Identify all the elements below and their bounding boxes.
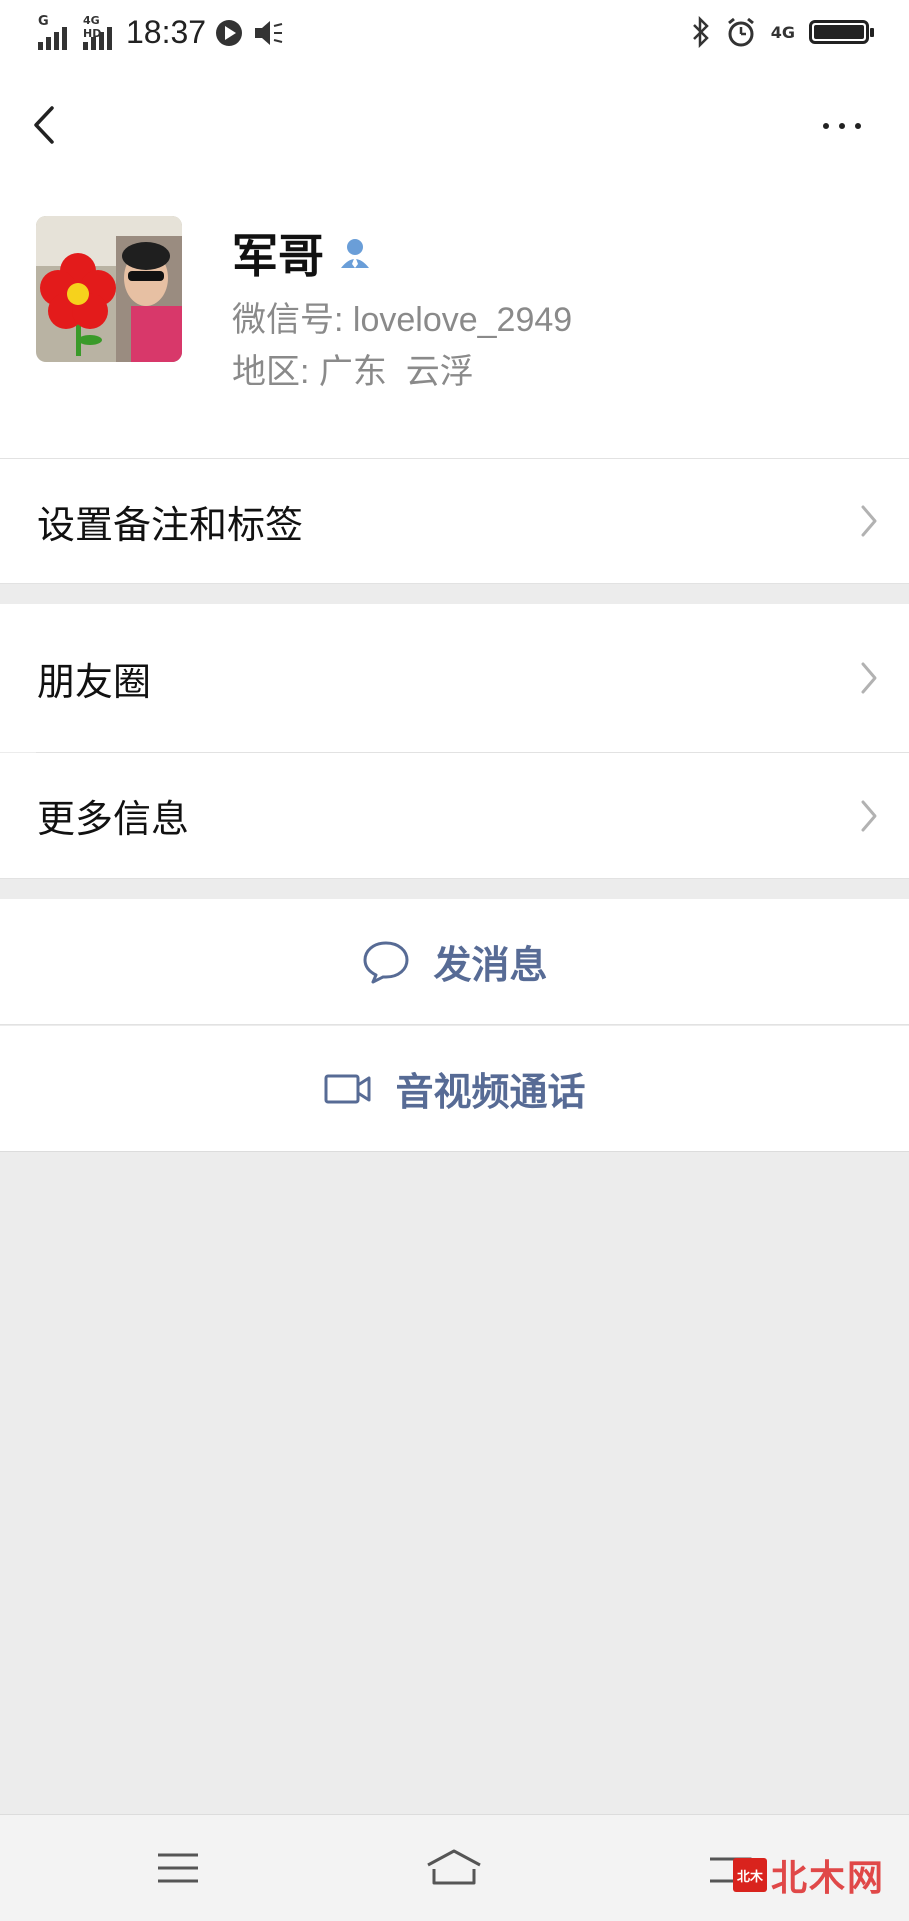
chevron-left-icon — [34, 106, 54, 144]
more-button[interactable] — [817, 116, 867, 136]
watermark-logo: 北木 — [732, 1858, 767, 1892]
avatar-image — [36, 216, 182, 362]
back-button[interactable] — [26, 100, 66, 150]
alarm-icon — [727, 17, 754, 47]
network-label-icon: 4G — [770, 22, 795, 42]
more-dots-icon — [823, 123, 829, 129]
menu-icon — [158, 1853, 198, 1883]
avatar[interactable] — [36, 216, 182, 362]
nav-bar — [0, 72, 909, 182]
profile-card: 军哥 微信号: lovelove_2949 地区: 广东 云浮 — [0, 182, 909, 459]
signal-icon-1: G — [38, 13, 67, 50]
home-nav-button[interactable] — [424, 1845, 484, 1891]
mute-icon — [255, 20, 283, 45]
region-line: 地区: 广东 云浮 — [232, 344, 474, 393]
system-nav-bar: 北木 北木网 — [0, 1814, 909, 1921]
menu-item-label: 设置备注和标签 — [37, 502, 304, 547]
menu-item-remark-tags[interactable]: 设置备注和标签 — [0, 459, 909, 584]
video-call-button[interactable]: 音视频通话 — [0, 1026, 909, 1152]
menu-item-moments[interactable]: 朋友圈 — [0, 604, 909, 752]
home-icon — [427, 1849, 481, 1885]
chevron-right-icon — [861, 800, 877, 831]
menu-item-label: 更多信息 — [37, 797, 190, 841]
status-time: 18:37 — [126, 14, 207, 50]
region-label: 地区: — [232, 353, 310, 391]
contact-verified-icon — [341, 239, 369, 268]
video-call-label: 音视频通话 — [395, 1070, 586, 1114]
menu-item-label: 朋友圈 — [37, 659, 152, 704]
video-camera-icon — [324, 1074, 371, 1103]
more-dot — [839, 123, 845, 129]
menu-item-more-info[interactable]: 更多信息 — [0, 753, 909, 879]
send-message-button[interactable]: 发消息 — [0, 899, 909, 1025]
wechat-id-value: lovelove_2949 — [352, 301, 573, 339]
chevron-right-icon — [861, 662, 877, 694]
signal-label-1: G — [38, 13, 49, 29]
battery-icon — [809, 20, 874, 44]
chat-bubble-icon — [363, 941, 409, 983]
play-icon — [216, 19, 243, 46]
menu-nav-button[interactable] — [148, 1845, 208, 1891]
status-bar: G 4G HD 18:37 4G — [0, 0, 909, 72]
chevron-right-icon — [861, 505, 877, 537]
signal-icon-2: 4G HD — [83, 13, 112, 50]
signal-label-2: 4G HD — [83, 13, 102, 40]
watermark: 北木 北木网 — [732, 1849, 885, 1901]
wechat-id-label: 微信号: — [232, 301, 344, 339]
contact-name: 军哥 — [232, 229, 324, 283]
bluetooth-icon — [692, 16, 709, 48]
status-right: 4G — [691, 16, 874, 48]
status-left: G 4G HD 18:37 — [38, 14, 284, 51]
region-value: 广东 云浮 — [318, 353, 474, 391]
more-dot — [855, 123, 861, 129]
wechat-id-line: 微信号: lovelove_2949 — [232, 292, 572, 341]
watermark-text: 北木网 — [770, 1858, 885, 1899]
name-row: 军哥 — [232, 220, 374, 286]
send-message-label: 发消息 — [433, 943, 548, 987]
